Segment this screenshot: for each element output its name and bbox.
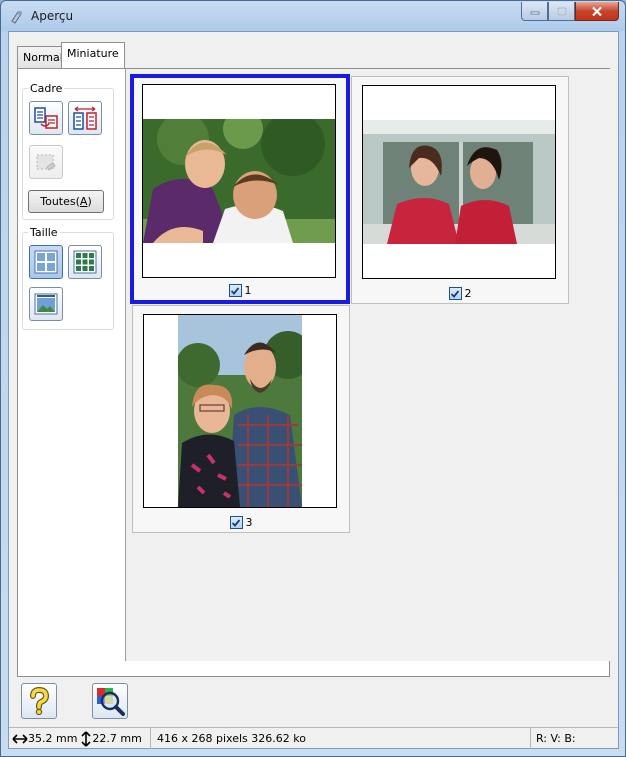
status-dimensions: 35.2 mm 22.7 mm <box>9 728 151 749</box>
thumbnail-3-check-row: 3 <box>133 516 349 529</box>
minimize-icon <box>530 11 539 15</box>
thumbnail-1-check-row: 1 <box>134 284 346 297</box>
select-all-frames-button[interactable]: Toutes(A) <box>28 190 104 213</box>
thumbnail-2[interactable]: 2 <box>351 76 569 304</box>
small-thumbnails-icon <box>73 250 97 274</box>
close-button[interactable] <box>575 2 619 21</box>
photo-two-boys <box>143 119 335 243</box>
large-thumbnails-icon <box>34 250 58 274</box>
checkmark-icon <box>450 289 460 298</box>
caption-buttons <box>521 2 619 22</box>
thumbnail-2-number: 2 <box>464 287 472 300</box>
maximize-icon <box>556 6 567 16</box>
window-title: Aperçu <box>31 9 74 23</box>
scanner-app-icon <box>11 11 22 24</box>
photo-two-women <box>363 120 555 244</box>
width-arrow-icon <box>12 733 28 744</box>
size-group-label: Taille <box>28 226 60 239</box>
full-view-button[interactable] <box>29 287 63 321</box>
magnifier-color-icon <box>97 688 125 716</box>
help-button[interactable] <box>21 683 57 719</box>
delete-frame-icon <box>36 154 56 171</box>
thumbnail-1[interactable]: 1 <box>130 74 350 304</box>
large-thumbnails-button[interactable] <box>29 245 63 279</box>
status-rgb: R: V: B: <box>536 732 576 745</box>
size-group: Taille <box>22 226 114 330</box>
rotate-frame-icon <box>73 106 97 130</box>
thumbnail-frame <box>362 85 556 279</box>
maximize-button[interactable] <box>548 2 575 21</box>
thumbnail-frame <box>142 84 336 278</box>
thumbnail-2-checkbox[interactable] <box>448 287 462 300</box>
rotate-frame-button[interactable] <box>68 101 102 135</box>
preview-window: Aperçu Normal Miniature Cadre Toutes(A … <box>0 0 626 757</box>
status-height: 22.7 mm <box>92 732 142 745</box>
tab-panel-miniature: Cadre Toutes(A) Taille 1 2 3 <box>17 68 610 677</box>
status-info: 416 x 268 pixels 326.62 ko <box>151 728 531 749</box>
status-width: 35.2 mm <box>28 732 78 745</box>
frame-group: Cadre Toutes(A) <box>22 82 114 220</box>
checkmark-icon <box>230 286 240 295</box>
zoom-preview-button[interactable] <box>92 683 128 719</box>
full-view-icon <box>34 293 58 315</box>
tab-miniature[interactable]: Miniature <box>61 42 125 68</box>
window-client-area: Normal Miniature Cadre Toutes(A) Taill… <box>8 31 619 749</box>
small-thumbnails-button[interactable] <box>68 245 102 279</box>
auto-locate-frame-button[interactable] <box>29 101 63 135</box>
thumbnail-1-number: 1 <box>244 284 252 297</box>
thumbnail-2-check-row: 2 <box>352 287 568 300</box>
thumbnail-3-number: 3 <box>245 516 253 529</box>
tool-sidebar: Cadre Toutes(A) Taille <box>18 69 126 661</box>
thumbnail-3[interactable]: 3 <box>132 305 350 533</box>
photo-older-couple <box>178 315 302 507</box>
minimize-button[interactable] <box>521 2 548 21</box>
frame-group-label: Cadre <box>28 82 65 95</box>
delete-frame-button[interactable] <box>29 145 63 179</box>
thumbnail-3-checkbox[interactable] <box>229 516 243 529</box>
status-bar: 35.2 mm 22.7 mm 416 x 268 pixels 326.62 … <box>9 727 618 749</box>
question-mark-icon <box>30 687 50 715</box>
title-bar[interactable]: Aperçu <box>1 1 625 31</box>
height-arrow-icon <box>81 730 91 747</box>
auto-locate-frame-icon <box>34 107 58 129</box>
checkmark-icon <box>231 518 241 527</box>
thumbnail-1-checkbox[interactable] <box>228 284 242 297</box>
thumbnail-area: 1 2 3 <box>126 69 610 661</box>
close-icon <box>592 6 602 16</box>
thumbnail-frame <box>143 314 337 508</box>
